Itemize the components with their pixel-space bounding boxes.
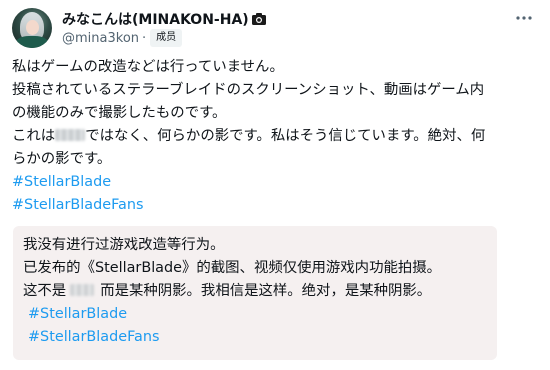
member-badge: 成员 [150,29,183,47]
more-horizontal-icon [516,16,532,20]
camera-icon [251,12,267,26]
censored-word [55,129,86,141]
post-line: 投稿されているステラーブレイドのスクリーンショット、動画はゲーム内 [12,82,485,98]
translation-hashtag-stellarbladefans[interactable]: #StellarBladeFans [23,326,441,349]
post-line-segment: これは [12,128,56,144]
post-line: 私はゲームの改造などは行っていません。 [12,59,284,75]
avatar-suit [16,36,48,48]
avatar[interactable] [12,8,52,48]
translation-line: 这不是 而是某种阴影。我相信是这样。绝对，是某种阴影。 [23,280,441,303]
translation-hashtag-stellarblade[interactable]: #StellarBlade [23,303,441,326]
author-display-name[interactable]: みなこんは(MINAKON-HA) [62,9,249,29]
translation-line-segment: 这不是 [23,283,67,299]
translation-line: 我没有进行过游戏改造等行为。 [23,237,225,253]
hashtag-stellarbladefans[interactable]: #StellarBladeFans [12,194,540,217]
translation-line-segment: 而是某种阴影。我相信是这样。绝对，是某种阴影。 [100,283,432,299]
author-handle[interactable]: @mina3kon [62,31,139,46]
hashtag-stellarblade[interactable]: #StellarBlade [12,171,540,194]
post-header: みなこんは(MINAKON-HA) @mina3kon · 成员 [10,8,540,48]
post-line-segment: ではなく、何らかの影です。私はそう信じています。絶対、何 [85,128,486,144]
avatar-face [26,20,39,35]
censored-word [70,284,95,296]
post-line: これは ではなく、何らかの影です。私はそう信じています。絶対、何 [12,125,540,148]
post-line: らかの影です。 [12,151,112,167]
post-body: 私はゲームの改造などは行っていません。 投稿されているステラーブレイドのスクリー… [12,56,540,217]
author-name-row[interactable]: みなこんは(MINAKON-HA) [62,9,267,29]
translation-text: 我没有进行过游戏改造等行为。 已发布的《StellarBlade》的截图、视频仅… [23,234,441,349]
post-line: の機能のみで撮影したものです。 [12,105,227,121]
more-options-button[interactable] [514,10,534,26]
author-handle-row: @mina3kon · 成员 [62,29,183,47]
translation-line: 已发布的《StellarBlade》的截图、视频仅使用游戏内功能拍摄。 [23,260,442,276]
translation-panel: 我没有进行过游戏改造等行为。 已发布的《StellarBlade》的截图、视频仅… [13,226,497,360]
separator-dot: · [142,30,147,46]
